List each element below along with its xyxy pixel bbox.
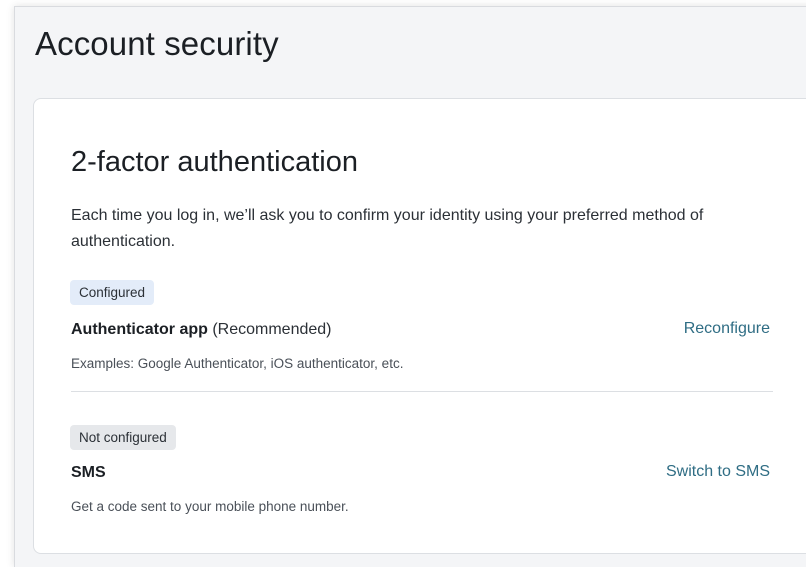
status-badge-configured: Configured: [70, 280, 155, 305]
reconfigure-link[interactable]: Reconfigure: [684, 320, 770, 338]
status-badge-not-configured: Not configured: [70, 425, 176, 450]
method-note: (Recommended): [212, 321, 332, 338]
page-title: Account security: [35, 25, 279, 62]
method-title: SMS: [71, 464, 106, 481]
card-description: Each time you log in, we’ll ask you to c…: [71, 207, 704, 250]
method-title: Authenticator app: [71, 321, 208, 338]
method-example-sms: Get a code sent to your mobile phone num…: [71, 499, 349, 514]
settings-window: Account security 2-factor authentication…: [14, 6, 806, 567]
two-factor-card: 2-factor authentication Each time you lo…: [33, 98, 806, 554]
method-divider: [71, 391, 773, 392]
method-example-authenticator-app: Examples: Google Authenticator, iOS auth…: [71, 356, 404, 371]
switch-to-sms-link[interactable]: Switch to SMS: [666, 463, 770, 481]
card-title: 2-factor authentication: [71, 146, 358, 178]
method-name-authenticator-app: Authenticator app (Recommended): [71, 321, 332, 339]
method-name-sms: SMS: [71, 464, 106, 482]
